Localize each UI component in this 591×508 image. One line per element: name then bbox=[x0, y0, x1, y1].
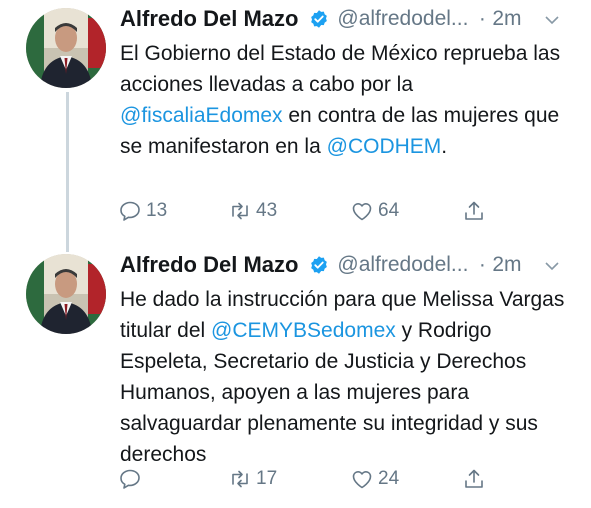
tweet[interactable]: Alfredo Del Mazo @alfredodel... · 2m He … bbox=[0, 250, 591, 508]
retweet-button[interactable]: 17 bbox=[228, 464, 277, 494]
heart-icon bbox=[352, 203, 372, 221]
tweet-text: El Gobierno del Estado de México reprueb… bbox=[120, 38, 580, 162]
retweet-button[interactable]: 43 bbox=[228, 196, 277, 226]
separator-dot: · bbox=[478, 7, 486, 30]
tweet-header: Alfredo Del Mazo @alfredodel... · 2m bbox=[120, 252, 580, 282]
share-icon bbox=[465, 469, 483, 488]
chevron-down-icon[interactable] bbox=[544, 12, 560, 28]
verified-badge-icon bbox=[311, 10, 327, 28]
share-icon bbox=[465, 201, 483, 220]
tweet-actions: 13 43 64 bbox=[118, 196, 498, 226]
like-button[interactable]: 64 bbox=[350, 196, 399, 226]
thread-line bbox=[66, 92, 69, 252]
mention-link[interactable]: @fiscaliaEdomex bbox=[120, 104, 283, 127]
like-count: 64 bbox=[378, 200, 400, 221]
reply-button[interactable] bbox=[118, 464, 146, 494]
timestamp[interactable]: 2m bbox=[492, 253, 521, 276]
reply-icon bbox=[120, 469, 140, 489]
like-count: 24 bbox=[378, 468, 400, 489]
retweet-icon bbox=[232, 202, 248, 220]
mention-link[interactable]: @CEMYBSedomex bbox=[211, 319, 396, 342]
separator-dot: · bbox=[478, 253, 486, 276]
avatar[interactable] bbox=[26, 8, 106, 88]
tweet-text-segment: El Gobierno del Estado de México reprueb… bbox=[120, 42, 561, 96]
retweet-count: 17 bbox=[256, 468, 278, 489]
tweet-header: Alfredo Del Mazo @alfredodel... · 2m bbox=[120, 6, 580, 36]
mention-link[interactable]: @CODHEM bbox=[327, 135, 442, 158]
avatar[interactable] bbox=[26, 254, 106, 334]
tweet[interactable]: Alfredo Del Mazo @alfredodel... · 2m El … bbox=[0, 0, 591, 252]
profile-photo bbox=[26, 8, 106, 88]
reply-button[interactable]: 13 bbox=[118, 196, 167, 226]
profile-photo bbox=[26, 254, 106, 334]
reply-icon bbox=[120, 201, 140, 221]
author-name[interactable]: Alfredo Del Mazo bbox=[120, 252, 298, 277]
tweet-actions: 17 24 bbox=[118, 464, 498, 494]
author-handle[interactable]: @alfredodel... bbox=[337, 253, 468, 276]
like-button[interactable]: 24 bbox=[350, 464, 399, 494]
tweet-text: He dado la instrucción para que Melissa … bbox=[120, 284, 580, 470]
retweet-icon bbox=[232, 470, 248, 488]
verified-badge-icon bbox=[311, 256, 327, 274]
author-handle[interactable]: @alfredodel... bbox=[337, 7, 468, 30]
timestamp[interactable]: 2m bbox=[492, 7, 521, 30]
share-button[interactable] bbox=[462, 464, 486, 494]
reply-count: 13 bbox=[146, 200, 168, 221]
tweet-text-segment: . bbox=[441, 135, 448, 158]
author-name[interactable]: Alfredo Del Mazo bbox=[120, 6, 298, 31]
chevron-down-icon[interactable] bbox=[544, 258, 560, 274]
retweet-count: 43 bbox=[256, 200, 278, 221]
share-button[interactable] bbox=[462, 196, 486, 226]
heart-icon bbox=[352, 471, 372, 489]
